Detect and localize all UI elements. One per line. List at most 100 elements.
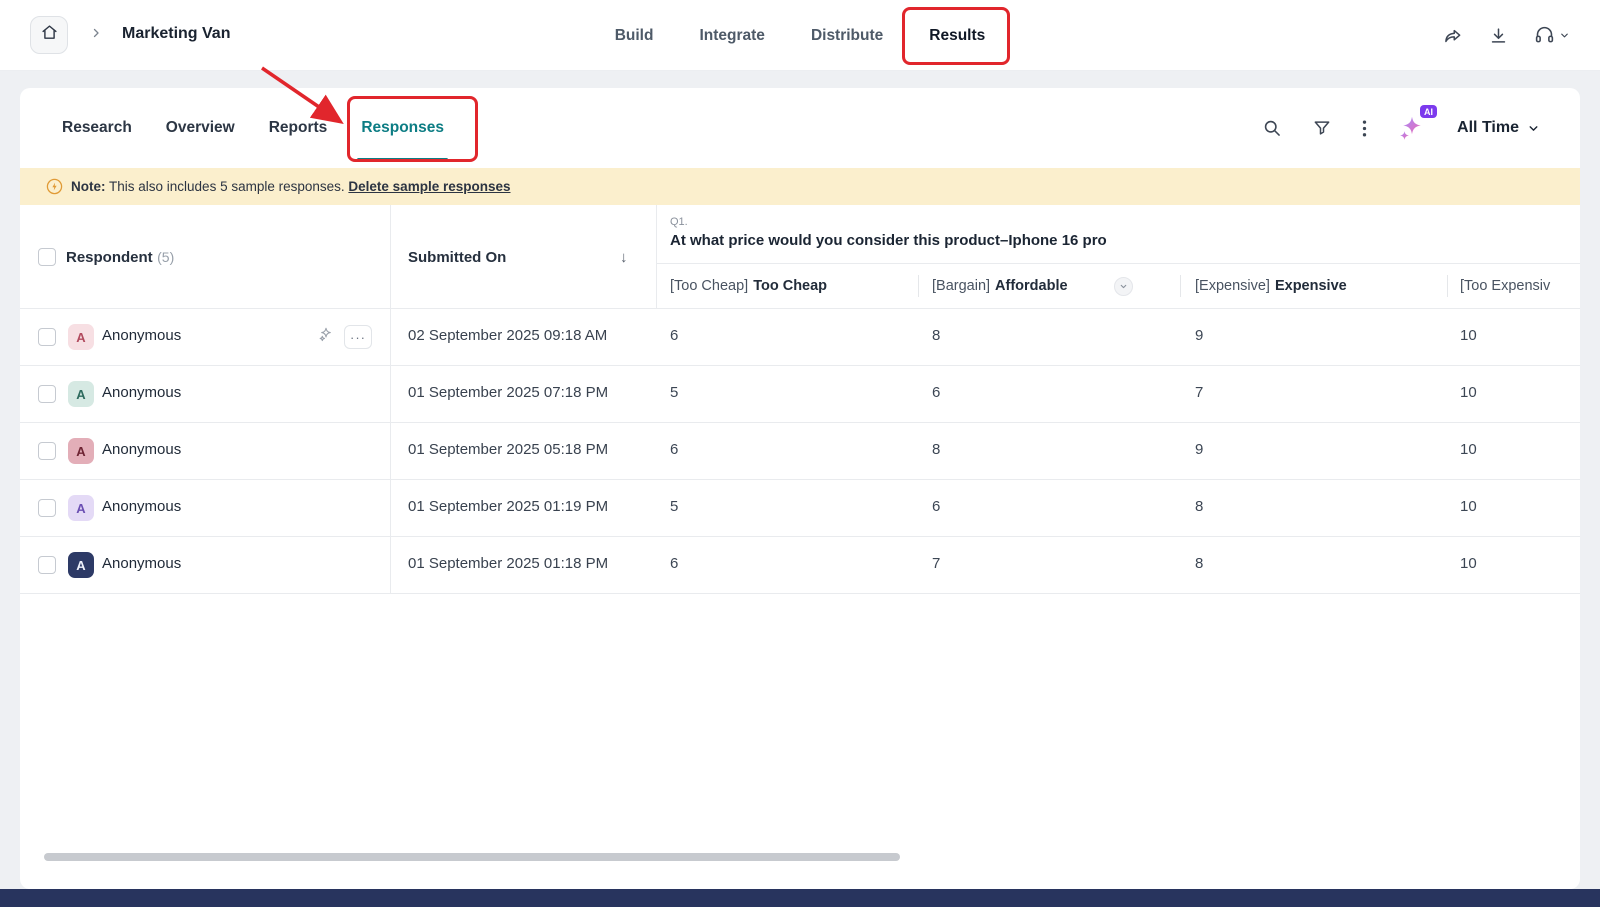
column-prefix: [Expensive] — [1195, 278, 1270, 294]
table-row[interactable]: A Anonymous ··· 02 September 2025 09:18 … — [20, 309, 1580, 366]
chevron-down-icon — [1527, 122, 1540, 135]
row-checkbox[interactable] — [38, 499, 56, 517]
nav-integrate[interactable]: Integrate — [699, 27, 764, 45]
more-options-kebab-icon[interactable] — [1362, 119, 1367, 138]
time-filter-value: All Time — [1457, 119, 1519, 137]
column-divider — [390, 366, 391, 422]
column-options-chevron-icon[interactable] — [1114, 277, 1133, 296]
nav-results[interactable]: Results — [929, 27, 985, 45]
column-header-affordable[interactable]: [Bargain] Affordable — [932, 263, 1133, 309]
respondent-count: (5) — [157, 249, 174, 265]
respondent-name: Anonymous — [102, 441, 181, 458]
search-icon[interactable] — [1262, 118, 1282, 138]
row-checkbox[interactable] — [38, 442, 56, 460]
filter-icon[interactable] — [1312, 118, 1332, 138]
row-more-button[interactable]: ··· — [344, 325, 372, 349]
row-checkbox[interactable] — [38, 328, 56, 346]
submitted-on-value: 01 September 2025 07:18 PM — [408, 384, 608, 401]
delete-sample-responses-link[interactable]: Delete sample responses — [348, 179, 510, 194]
column-divider — [390, 480, 391, 536]
answer-value: 10 — [1460, 498, 1477, 515]
top-bar: Marketing Van Build Integrate Distribute… — [0, 0, 1600, 71]
sample-responses-banner: Note: This also includes 5 sample respon… — [20, 168, 1580, 205]
footer-bar — [0, 889, 1600, 907]
submitted-on-value: 01 September 2025 01:18 PM — [408, 555, 608, 572]
lightning-icon — [46, 178, 63, 195]
star-icon[interactable] — [318, 326, 334, 347]
tab-reports[interactable]: Reports — [267, 88, 330, 168]
select-all-checkbox[interactable] — [38, 248, 56, 266]
table-row[interactable]: A Anonymous 01 September 2025 01:18 PM 6… — [20, 537, 1580, 594]
answer-value: 6 — [932, 384, 940, 401]
responses-toolbar: AI All Time — [1262, 88, 1540, 168]
answer-value: 8 — [932, 441, 940, 458]
download-icon[interactable] — [1489, 26, 1508, 45]
column-label: Affordable — [995, 278, 1068, 294]
answer-value: 6 — [670, 555, 678, 572]
answer-value: 9 — [1195, 327, 1203, 344]
subcolumn-divider — [1180, 275, 1181, 297]
row-checkbox[interactable] — [38, 385, 56, 403]
submitted-on-value: 01 September 2025 01:19 PM — [408, 498, 608, 515]
support-headset-icon[interactable] — [1534, 25, 1570, 46]
avatar: A — [68, 381, 94, 407]
results-panel: Research Overview Reports Responses AI — [20, 88, 1580, 889]
column-divider — [656, 205, 657, 308]
chevron-down-icon — [1559, 30, 1570, 41]
column-prefix: [Bargain] — [932, 278, 990, 294]
horizontal-scrollbar[interactable] — [44, 853, 900, 861]
avatar: A — [68, 552, 94, 578]
tab-research[interactable]: Research — [60, 88, 134, 168]
answer-value: 5 — [670, 384, 678, 401]
column-prefix: [Too Expensiv — [1460, 278, 1550, 294]
table-row[interactable]: A Anonymous 01 September 2025 01:19 PM 5… — [20, 480, 1580, 537]
banner-text: This also includes 5 sample responses. — [109, 179, 345, 194]
ai-assistant-button[interactable]: AI — [1397, 113, 1427, 143]
column-header-too-cheap[interactable]: [Too Cheap] Too Cheap — [670, 263, 827, 309]
submitted-on-value: 01 September 2025 05:18 PM — [408, 441, 608, 458]
results-tabs: Research Overview Reports Responses AI — [20, 88, 1580, 168]
respondent-column-header: Respondent — [66, 249, 153, 266]
column-label: Expensive — [1275, 278, 1347, 294]
subcolumn-divider — [918, 275, 919, 297]
column-divider — [390, 423, 391, 479]
column-header-too-expensive[interactable]: [Too Expensiv — [1460, 263, 1555, 309]
sort-descending-icon[interactable]: ↓ — [620, 205, 628, 309]
answer-value: 8 — [1195, 555, 1203, 572]
table-header: Respondent (5) Submitted On ↓ Q1. At wha… — [20, 205, 1580, 309]
answer-value: 8 — [932, 327, 940, 344]
ai-badge: AI — [1420, 105, 1437, 118]
nav-distribute[interactable]: Distribute — [811, 27, 883, 45]
table-row[interactable]: A Anonymous 01 September 2025 05:18 PM 6… — [20, 423, 1580, 480]
nav-build[interactable]: Build — [615, 27, 654, 45]
column-prefix: [Too Cheap] — [670, 278, 748, 294]
column-label: Too Cheap — [753, 278, 827, 294]
column-divider — [390, 309, 391, 365]
answer-value: 10 — [1460, 327, 1477, 344]
table-row[interactable]: A Anonymous 01 September 2025 07:18 PM 5… — [20, 366, 1580, 423]
answer-value: 10 — [1460, 441, 1477, 458]
subcolumn-divider — [1447, 275, 1448, 297]
avatar: A — [68, 438, 94, 464]
avatar: A — [68, 324, 94, 350]
time-filter-dropdown[interactable]: All Time — [1457, 119, 1540, 137]
respondent-name: Anonymous — [102, 327, 181, 344]
answer-value: 10 — [1460, 555, 1477, 572]
tab-responses[interactable]: Responses — [359, 88, 446, 168]
respondent-name: Anonymous — [102, 498, 181, 515]
answer-value: 6 — [932, 498, 940, 515]
answer-value: 7 — [1195, 384, 1203, 401]
answer-value: 10 — [1460, 384, 1477, 401]
answer-value: 9 — [1195, 441, 1203, 458]
share-icon[interactable] — [1443, 26, 1463, 46]
submitted-on-column-header: Submitted On — [408, 249, 506, 266]
submitted-on-value: 02 September 2025 09:18 AM — [408, 327, 607, 344]
column-header-expensive[interactable]: [Expensive] Expensive — [1195, 263, 1347, 309]
respondent-name: Anonymous — [102, 384, 181, 401]
row-checkbox[interactable] — [38, 556, 56, 574]
tab-overview[interactable]: Overview — [164, 88, 237, 168]
column-divider — [390, 205, 391, 308]
column-divider — [390, 537, 391, 593]
avatar: A — [68, 495, 94, 521]
topbar-actions — [1443, 0, 1570, 71]
